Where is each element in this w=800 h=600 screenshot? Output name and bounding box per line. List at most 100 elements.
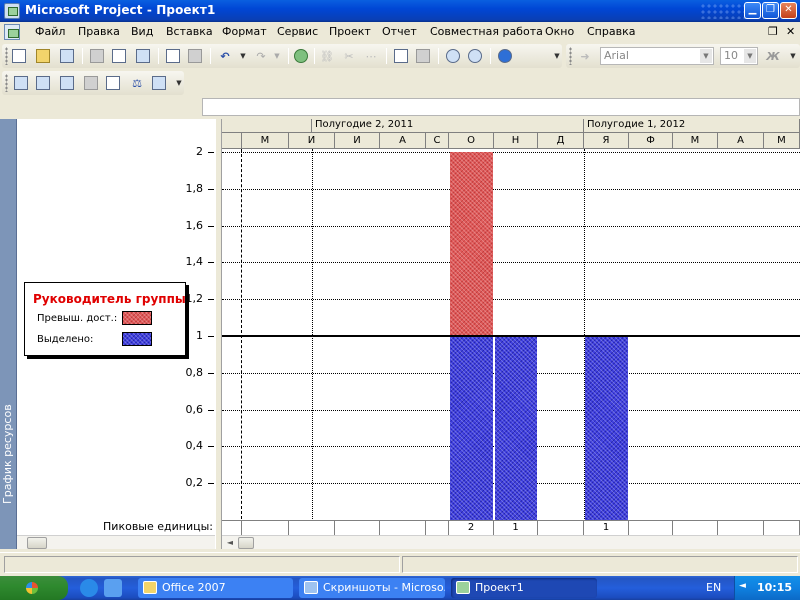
toolbar-options-button[interactable]: ▼	[548, 47, 566, 65]
outlook-quicklaunch-icon[interactable]	[104, 579, 122, 597]
allocated-bar	[585, 336, 628, 520]
menu-format[interactable]: Формат	[222, 25, 267, 38]
menu-edit[interactable]: Правка	[78, 25, 120, 38]
restore-button[interactable]: ❐	[762, 2, 779, 19]
menu-tools[interactable]: Сервис	[277, 25, 318, 38]
view-button-2[interactable]	[34, 74, 52, 92]
task-notes-button[interactable]	[414, 47, 432, 65]
document-icon[interactable]	[4, 24, 20, 40]
toolbar-grip[interactable]	[569, 47, 572, 65]
insert-hyperlink-button[interactable]	[292, 47, 310, 65]
taskbar-item-project[interactable]: Проект1	[451, 578, 597, 598]
chevron-down-icon[interactable]: ▼	[744, 49, 756, 63]
grid-view-button[interactable]	[150, 74, 168, 92]
help-button[interactable]	[496, 47, 514, 65]
view-button-1[interactable]	[12, 74, 30, 92]
spelling-button[interactable]	[134, 47, 152, 65]
toolbar-options-button[interactable]: ▼	[170, 74, 188, 92]
pane-splitter[interactable]	[215, 119, 222, 549]
y-tick-mark	[208, 152, 214, 153]
print-button[interactable]	[88, 47, 106, 65]
toolbar-grip[interactable]	[5, 47, 8, 65]
new-button[interactable]	[10, 47, 28, 65]
start-button[interactable]	[0, 576, 68, 600]
y-tick-mark	[208, 336, 214, 337]
toolbar-separator	[288, 48, 289, 64]
restore-icon: ❐	[766, 4, 775, 15]
close-button[interactable]: ✕	[780, 2, 797, 19]
view-name: График ресурсов	[1, 404, 14, 504]
timescale-month: А	[718, 133, 764, 149]
open-button[interactable]	[34, 47, 52, 65]
current-date-line	[241, 149, 242, 519]
right-horizontal-scrollbar[interactable]: ◄	[222, 535, 800, 549]
timescale-major-unit	[222, 119, 312, 133]
status-panel-main	[4, 556, 400, 573]
font-size-value: 10	[724, 49, 738, 62]
save-icon	[60, 49, 74, 63]
open-folder-icon	[36, 49, 50, 63]
print-icon	[90, 49, 104, 63]
split-task-button[interactable]: ⋯	[362, 47, 380, 65]
scrollbar-thumb[interactable]	[27, 537, 47, 549]
menu-window[interactable]: Окно	[545, 25, 574, 38]
y-gridline	[222, 299, 800, 301]
undo-dropdown[interactable]: ▼	[234, 47, 252, 65]
bold-button[interactable]: Ж	[764, 47, 782, 65]
resource-view-button[interactable]	[104, 74, 122, 92]
project-app-icon[interactable]	[4, 3, 20, 19]
toolbar-grip[interactable]	[5, 74, 8, 92]
language-indicator[interactable]: EN	[706, 581, 721, 594]
standard-toolbar: ↶ ▼ ↷ ▼ ⛓ ✂ ⋯ ▼	[2, 44, 562, 68]
formatting-toolbar: ➜ Arial ▼ 10 ▼ Ж ▼	[566, 44, 800, 68]
menu-insert[interactable]: Вставка	[166, 25, 213, 38]
outdent-button[interactable]: ➜	[576, 47, 594, 65]
unlink-tasks-button[interactable]: ✂	[340, 47, 358, 65]
font-name-combo[interactable]: Arial ▼	[600, 47, 714, 65]
toolbar-options-button[interactable]: ▼	[784, 47, 800, 65]
save-button[interactable]	[58, 47, 76, 65]
task-info-button[interactable]	[392, 47, 410, 65]
mdi-restore-icon[interactable]: ❐	[768, 25, 778, 38]
undo-button[interactable]: ↶	[216, 47, 234, 65]
menu-collaborate[interactable]: Совместная работа	[430, 25, 543, 38]
copy-button[interactable]	[164, 47, 182, 65]
window-title: Microsoft Project - Проект1	[25, 3, 216, 17]
menu-view[interactable]: Вид	[131, 25, 153, 38]
view-bar-label[interactable]: График ресурсов	[0, 119, 17, 549]
calculator-button[interactable]	[82, 74, 100, 92]
menu-report[interactable]: Отчет	[382, 25, 417, 38]
paste-button[interactable]	[186, 47, 204, 65]
timescale-major-unit: Полугодие 2, 2011	[312, 119, 584, 133]
overallocated-bar	[450, 152, 493, 336]
timescale-month: Д	[538, 133, 584, 149]
taskbar-item-screenshots[interactable]: Скриншоты - Microso...	[299, 578, 445, 598]
y-gridline	[222, 188, 800, 190]
tray-expand-icon[interactable]: ◄	[739, 581, 746, 591]
zoom-out-button[interactable]	[466, 47, 484, 65]
y-tick-label: 0,8	[185, 365, 204, 379]
font-size-combo[interactable]: 10 ▼	[720, 47, 758, 65]
link-tasks-button[interactable]: ⛓	[318, 47, 336, 65]
minimize-button[interactable]: ▁	[744, 2, 761, 19]
left-horizontal-scrollbar[interactable]	[17, 535, 215, 549]
scroll-left-icon[interactable]: ◄	[224, 537, 236, 549]
view-button-3[interactable]	[58, 74, 76, 92]
menu-file[interactable]: Файл	[35, 25, 65, 38]
menu-project[interactable]: Проект	[329, 25, 371, 38]
print-preview-button[interactable]	[110, 47, 128, 65]
resource-graph-pane[interactable]: Полугодие 2, 2011 Полугодие 1, 2012 М И И А С О…	[222, 119, 800, 549]
scrollbar-thumb[interactable]	[238, 537, 254, 549]
chevron-down-icon[interactable]: ▼	[700, 49, 712, 63]
level-resources-button[interactable]: ⚖	[128, 74, 146, 92]
ie-quicklaunch-icon[interactable]	[80, 579, 98, 597]
close-icon: ✕	[784, 4, 793, 15]
taskbar-item-office[interactable]: Office 2007	[138, 578, 293, 598]
y-tick-label: 0,4	[185, 439, 204, 453]
mdi-close-icon[interactable]: ✕	[786, 25, 795, 38]
peak-units-cell: 1	[494, 520, 538, 535]
menu-help[interactable]: Справка	[587, 25, 635, 38]
entry-bar[interactable]	[202, 98, 800, 116]
zoom-in-button[interactable]	[444, 47, 462, 65]
redo-dropdown[interactable]: ▼	[268, 47, 286, 65]
